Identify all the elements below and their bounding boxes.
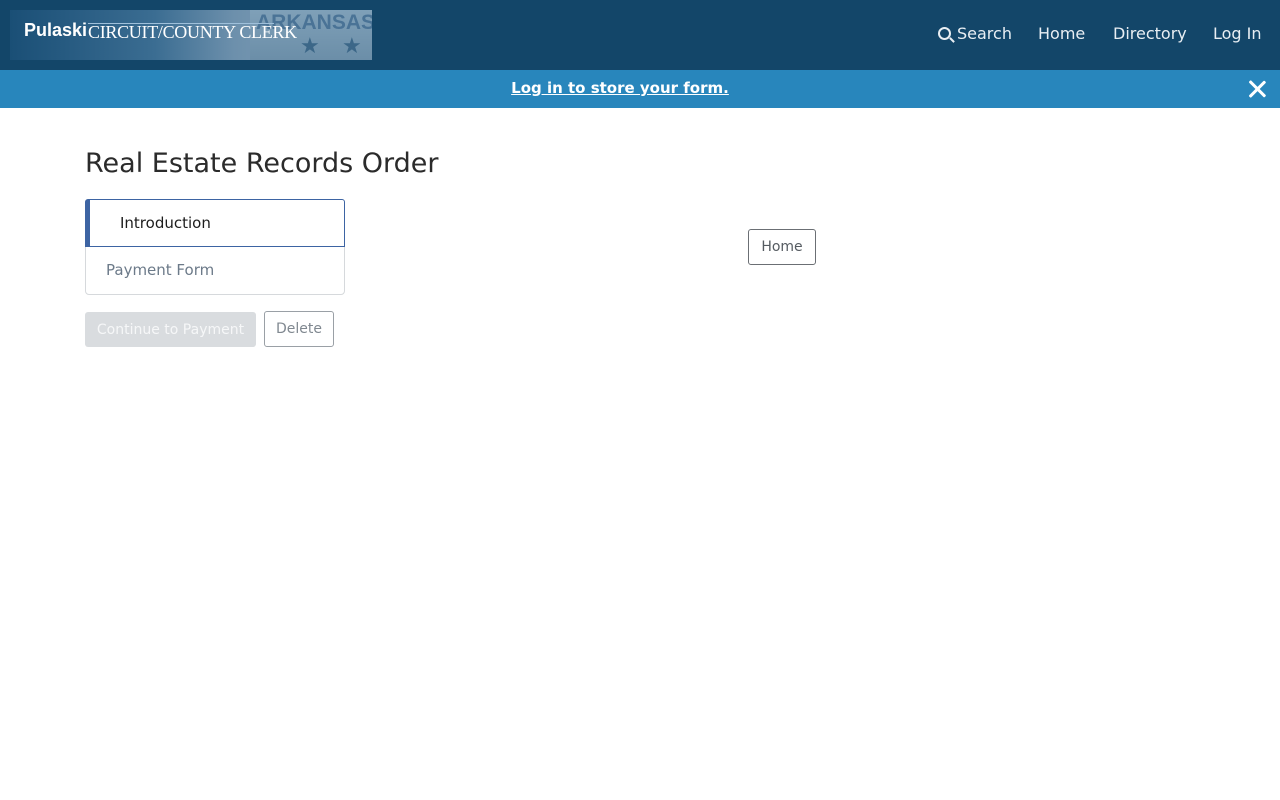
star-icon: ★: [342, 34, 362, 59]
nav-search[interactable]: Search: [938, 24, 1012, 43]
step-label: Payment Form: [106, 261, 215, 279]
step-label: Introduction: [120, 214, 211, 232]
top-navbar: ARKANSAS ★ ★ Pulaski CIRCUIT/COUNTY CLER…: [0, 0, 1280, 70]
nav-search-label: Search: [957, 24, 1012, 43]
step-introduction[interactable]: Introduction: [85, 199, 345, 247]
delete-button[interactable]: Delete: [264, 311, 334, 347]
search-icon: [938, 27, 951, 40]
logo-brand: Pulaski: [24, 20, 88, 40]
continue-to-payment-button[interactable]: Continue to Payment: [85, 312, 256, 347]
logo-subtitle: CIRCUIT/COUNTY CLERK: [88, 22, 297, 42]
nav-login[interactable]: Log In: [1213, 24, 1262, 43]
site-logo[interactable]: ARKANSAS ★ ★ Pulaski CIRCUIT/COUNTY CLER…: [10, 10, 372, 60]
login-to-store-link[interactable]: Log in to store your form.: [0, 79, 1240, 97]
home-button[interactable]: Home: [748, 229, 816, 265]
close-icon[interactable]: [1246, 78, 1268, 100]
nav-home[interactable]: Home: [1038, 24, 1085, 43]
nav-directory[interactable]: Directory: [1113, 24, 1187, 43]
page-title: Real Estate Records Order: [85, 148, 439, 179]
login-banner: Log in to store your form.: [0, 70, 1280, 108]
star-icon: ★: [300, 34, 320, 59]
form-steps-list: Introduction Payment Form: [85, 199, 345, 295]
step-payment-form[interactable]: Payment Form: [86, 248, 344, 294]
